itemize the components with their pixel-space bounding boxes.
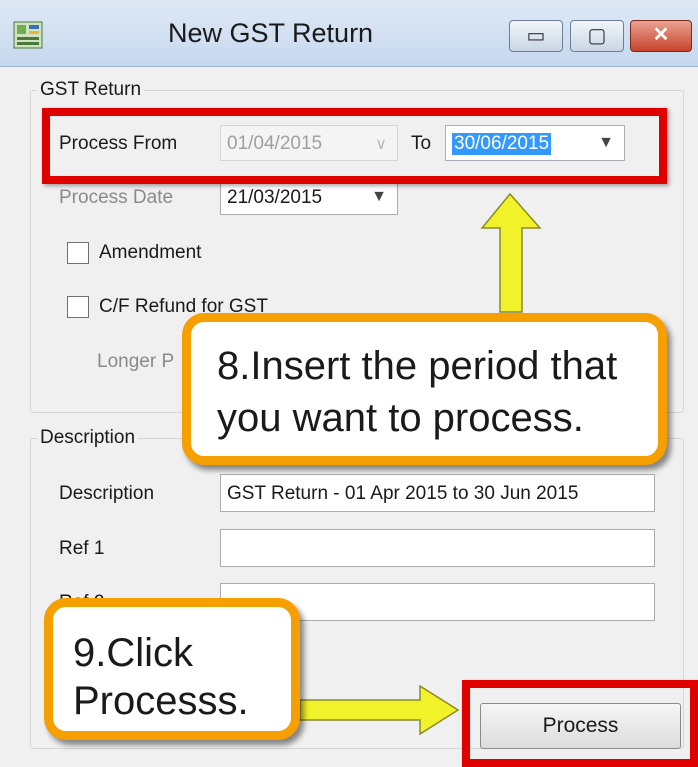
process-date-combo[interactable]: 21/03/2015 ▼ — [220, 179, 398, 215]
callout-click-process: 9.Click Processs. — [44, 598, 300, 740]
cf-refund-checkbox[interactable] — [67, 296, 89, 318]
gst-return-legend: GST Return — [40, 79, 142, 100]
callout-insert-period: 8.Insert the period that you want to pro… — [182, 313, 667, 465]
amendment-label[interactable]: Amendment — [99, 242, 201, 264]
window-title: New GST Return — [168, 18, 374, 48]
longer-period-label: Longer P — [97, 351, 175, 372]
minimize-icon: ▭ — [526, 25, 546, 47]
ref1-label: Ref 1 — [59, 538, 105, 559]
process-date-label: Process Date — [59, 187, 174, 208]
callout-click-process-text: 9.Click Processs. — [73, 631, 249, 723]
maximize-icon: ▢ — [587, 25, 607, 47]
close-button[interactable]: ✕ — [630, 20, 692, 52]
description-input[interactable]: GST Return - 01 Apr 2015 to 30 Jun 2015 — [220, 474, 655, 512]
ref1-input[interactable] — [220, 529, 655, 567]
title-bar[interactable]: New GST Return ▭ ▢ ✕ — [0, 0, 698, 67]
callout-insert-period-text: 8.Insert the period that you want to pro… — [217, 344, 618, 440]
process-highlight-box — [462, 680, 698, 767]
maximize-button[interactable]: ▢ — [570, 20, 624, 52]
description-value[interactable]: GST Return - 01 Apr 2015 to 30 Jun 2015 — [227, 483, 578, 505]
process-date-value[interactable]: 21/03/2015 — [227, 187, 322, 209]
description-label: Description — [59, 483, 155, 504]
period-highlight-box — [42, 108, 667, 184]
chevron-down-icon[interactable]: ▼ — [371, 188, 387, 206]
close-icon: ✕ — [652, 24, 670, 46]
app-icon — [13, 21, 43, 49]
minimize-button[interactable]: ▭ — [509, 20, 563, 52]
description-legend: Description — [40, 427, 136, 448]
amendment-checkbox[interactable] — [67, 242, 89, 264]
